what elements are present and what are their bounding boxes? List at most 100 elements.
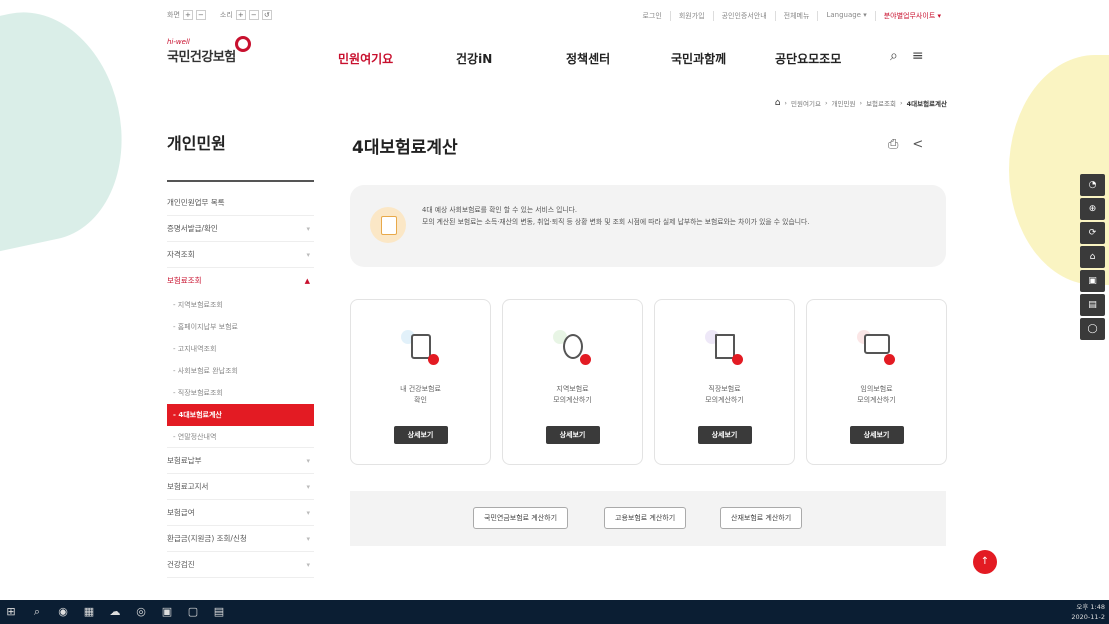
logo-mark-icon (235, 36, 251, 52)
search-icon[interactable]: ⌕ (890, 48, 898, 64)
sidebar-subitem[interactable]: - 지역보험료조회 (167, 294, 314, 316)
sidebar-item[interactable]: 보험료고지서 ▾ (167, 474, 314, 500)
document-icon (400, 330, 439, 365)
login-link[interactable]: 로그인 (634, 11, 669, 21)
sidebar-item[interactable]: 건강검진 ▾ (167, 552, 314, 578)
nav-health-in[interactable]: 건강iN (456, 50, 566, 67)
sound-label: 소리 (219, 11, 233, 19)
breadcrumb-item[interactable]: 보험료조회 (866, 98, 896, 108)
zoom-label: 화면 (167, 11, 180, 19)
notice-text: 4대 예상 사회보험료를 확인 할 수 있는 서비스 입니다. 모의 계산된 보… (422, 206, 810, 226)
sidebar-item[interactable]: 개인민원업무 목록 (167, 190, 314, 216)
nav-with-people[interactable]: 국민과함께 (671, 50, 775, 67)
detail-button[interactable]: 상세보기 (697, 426, 752, 444)
decor-blob-left (0, 0, 143, 255)
chrome-icon[interactable]: ◎ (130, 600, 152, 624)
card-label: 지역보험료 모의계산하기 (553, 385, 592, 404)
sidebar-subitem[interactable]: - 고지내역조회 (167, 338, 314, 360)
search-icon[interactable]: ⌕ (26, 600, 48, 624)
quick-item-icon[interactable]: ▤ (1080, 294, 1105, 316)
chevron-down-icon: ▾ (306, 225, 310, 233)
system-clock[interactable]: 오후 1:48 2020-11-2 (1071, 602, 1105, 622)
edge-icon[interactable]: ◉ (52, 600, 74, 624)
lnb-title: 개인민원 (167, 134, 226, 153)
sidebar-item[interactable]: 보험료납부 ▾ (167, 448, 314, 474)
chevron-down-icon: ▾ (306, 251, 310, 259)
sidebar-item[interactable]: 증명서발급/확인 ▾ (167, 216, 314, 242)
detail-button[interactable]: 상세보기 (393, 426, 448, 444)
screen: 화면 + − 소리 + − ↺ 로그인 회원가입 공인인증서안내 전체메뉴 La… (0, 0, 1109, 624)
home-icon[interactable]: ⌂ (775, 98, 781, 108)
quick-item-icon[interactable]: ◯ (1080, 318, 1105, 340)
nav-civil-service[interactable]: 민원여기요 (338, 50, 456, 67)
logo-tagline: hi-well (167, 38, 190, 46)
accident-calc-button[interactable]: 산재보험료 계산하기 (720, 507, 803, 529)
sidebar-item[interactable]: 자격조회 ▾ (167, 242, 314, 268)
card-workplace-premium: 직장보험료 모의계산하기 상세보기 (654, 299, 795, 465)
app-icon[interactable]: ▢ (182, 600, 204, 624)
main-nav: 민원여기요 건강iN 정책센터 국민과함께 공단요모조모 (338, 50, 841, 67)
zoom-out-button[interactable]: − (195, 10, 206, 20)
quick-item-icon[interactable]: ⊕ (1080, 198, 1105, 220)
sidebar-subitem[interactable]: - 사회보험료 완납조회 (167, 360, 314, 382)
sidebar-subitem-current[interactable]: - 4대보험료계산 (167, 404, 314, 426)
signup-link[interactable]: 회원가입 (669, 11, 713, 21)
breadcrumb-item[interactable]: 개인민원 (832, 98, 856, 108)
share-icon[interactable]: < (912, 137, 923, 152)
other-calculators: 국민연금보험료 계산하기 고용보험료 계산하기 산재보험료 계산하기 (350, 491, 946, 546)
chevron-up-icon: ▲ (304, 277, 310, 285)
menu-icon[interactable]: ≡ (912, 48, 924, 64)
sidebar-subitem[interactable]: - 홈페이지납부 보험료 (167, 316, 314, 338)
start-icon[interactable]: ⊞ (0, 600, 22, 624)
sidebar-item[interactable]: 보험급여 ▾ (167, 500, 314, 526)
sidebar-subitem[interactable]: - 직장보험료조회 (167, 382, 314, 404)
header-icons: ⌕ ≡ (890, 48, 924, 64)
sound-down-button[interactable]: − (248, 10, 259, 20)
quick-item-icon[interactable]: ⌂ (1080, 246, 1105, 268)
lnb-divider (167, 180, 314, 182)
detail-button[interactable]: 상세보기 (545, 426, 600, 444)
detail-button[interactable]: 상세보기 (849, 426, 904, 444)
accessibility-controls: 화면 + − 소리 + − ↺ (167, 10, 272, 20)
chevron-down-icon: ▾ (306, 457, 310, 465)
sidebar-item-open[interactable]: 보험료조회 ▲ (167, 268, 314, 294)
weather-icon[interactable]: ☁ (104, 600, 126, 624)
print-icon[interactable]: ⎙ (888, 137, 898, 152)
globe-icon (552, 330, 591, 365)
sidebar-subitem[interactable]: - 연말정산내역 (167, 426, 314, 448)
quick-item-icon[interactable]: ▣ (1080, 270, 1105, 292)
site-logo[interactable]: hi-well 국민건강보험 (167, 36, 251, 65)
business-sites-select[interactable]: 분야별업무사이트 ▾ (874, 11, 949, 21)
notice-box: 4대 예상 사회보험료를 확인 할 수 있는 서비스 입니다. 모의 계산된 보… (350, 185, 946, 267)
card-voluntary-premium: 임의보험료 모의계산하기 상세보기 (806, 299, 947, 465)
card-label: 직장보험료 모의계산하기 (705, 385, 744, 404)
scroll-top-button[interactable]: ↑ (973, 550, 997, 574)
reset-icon[interactable]: ↺ (261, 10, 272, 20)
all-menu-link[interactable]: 전체메뉴 (774, 11, 818, 21)
word-icon[interactable]: ▤ (208, 600, 230, 624)
card-my-health-premium: 내 건강보험료 확인 상세보기 (350, 299, 491, 465)
excel-icon[interactable]: ▣ (156, 600, 178, 624)
breadcrumb-item[interactable]: 민원여기요 (791, 98, 821, 108)
cert-guide-link[interactable]: 공인인증서안내 (712, 11, 775, 21)
language-select[interactable]: Language ▾ (817, 11, 874, 21)
quick-item-icon[interactable]: ◔ (1080, 174, 1105, 196)
building-icon (704, 330, 743, 365)
zoom-in-button[interactable]: + (182, 10, 193, 20)
breadcrumb: ⌂ › 민원여기요 › 개인민원 › 보험료조회 › 4대보험료계산 (774, 98, 947, 108)
chevron-down-icon: ▾ (306, 483, 310, 491)
pension-calc-button[interactable]: 국민연금보험료 계산하기 (473, 507, 569, 529)
side-nav: 개인민원업무 목록 증명서발급/확인 ▾ 자격조회 ▾ 보험료조회 ▲ - 지역보험료… (167, 190, 314, 578)
nav-about[interactable]: 공단요모조모 (775, 50, 841, 67)
page-title: 4대보험료계산 (352, 138, 458, 158)
nav-policy-center[interactable]: 정책센터 (566, 50, 671, 67)
employment-calc-button[interactable]: 고용보험료 계산하기 (604, 507, 687, 529)
task-view-icon[interactable]: ▦ (78, 600, 100, 624)
chevron-down-icon: ▾ (306, 509, 310, 517)
chevron-down-icon: ▾ (306, 535, 310, 543)
quick-item-icon[interactable]: ⟳ (1080, 222, 1105, 244)
card-regional-premium: 지역보험료 모의계산하기 상세보기 (502, 299, 643, 465)
sidebar-item[interactable]: 환급금(지원금) 조회/신청 ▾ (167, 526, 314, 552)
sound-up-button[interactable]: + (235, 10, 246, 20)
document-icon (370, 207, 406, 243)
